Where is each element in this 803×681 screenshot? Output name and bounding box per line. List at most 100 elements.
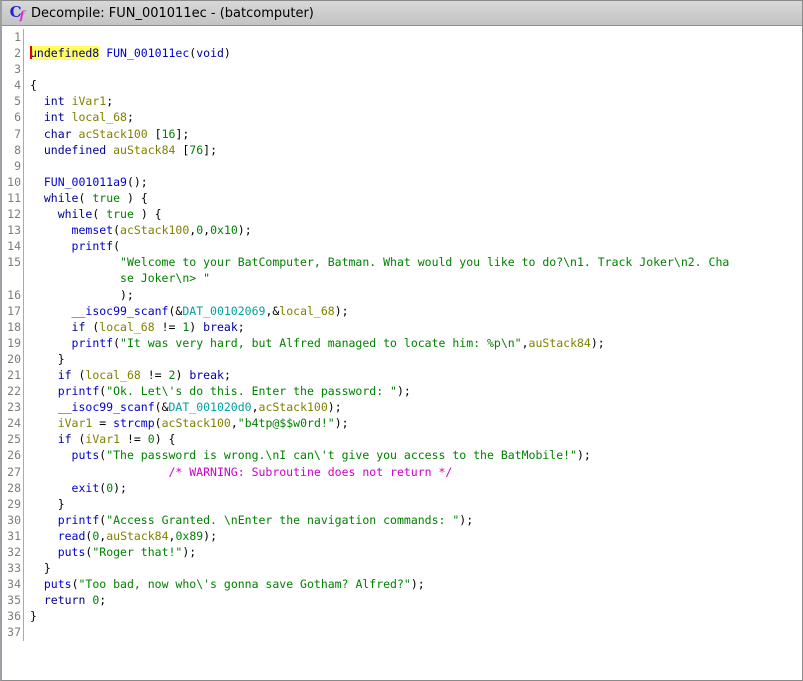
code-line[interactable]: 11 while( true ) { (2, 190, 802, 206)
code-token-plain[interactable] (30, 175, 44, 189)
code-token-function-name[interactable]: puts (72, 448, 100, 462)
code-token-keyword[interactable]: void (196, 46, 224, 60)
code-token-plain[interactable] (30, 239, 72, 253)
code-token-plain[interactable]: ( (72, 432, 86, 446)
code-token-plain[interactable] (65, 94, 72, 108)
code-token-string-literal[interactable]: se Joker\n> " (120, 271, 210, 285)
decompiler-code-panel[interactable]: 12undefined8 FUN_001011ec(void)34{5 int … (2, 26, 802, 641)
code-token-constant[interactable]: 0 (148, 432, 155, 446)
code-token-variable[interactable]: acStack100 (259, 400, 328, 414)
code-token-constant[interactable]: true (92, 191, 120, 205)
code-token-string-literal[interactable]: "Access Granted. \nEnter the navigation … (106, 513, 459, 527)
code-token-plain[interactable]: (& (155, 400, 169, 414)
code-token-string-literal[interactable]: "The password is wrong.\nI can\'t give y… (106, 448, 577, 462)
code-token-plain[interactable]: ); (203, 529, 217, 543)
code-line[interactable]: 18 if (local_68 != 1) break; (2, 319, 802, 335)
code-token-plain[interactable] (30, 271, 120, 285)
code-token-string-literal[interactable]: "Ok. Let\'s do this. Enter the password:… (106, 384, 397, 398)
code-token-plain[interactable] (30, 481, 72, 495)
code-token-function-name[interactable]: memset (72, 223, 114, 237)
code-token-plain[interactable]: ); (591, 336, 605, 350)
code-token-plain[interactable] (30, 545, 58, 559)
code-line[interactable]: 14 printf( (2, 238, 802, 254)
code-token-plain[interactable]: [ (175, 143, 189, 157)
code-token-function-name[interactable]: printf (72, 239, 114, 253)
code-token-constant[interactable]: 0x10 (210, 223, 238, 237)
code-token-plain[interactable]: != (120, 432, 148, 446)
code-token-function-name[interactable]: strcmp (113, 416, 155, 430)
code-token-variable[interactable]: local_68 (85, 368, 140, 382)
code-line[interactable]: 13 memset(acStack100,0,0x10); (2, 222, 802, 238)
code-line[interactable]: 29 } (2, 496, 802, 512)
code-token-plain[interactable] (30, 400, 58, 414)
code-token-plain[interactable]: ; (106, 94, 113, 108)
code-token-variable[interactable]: acStack100 (120, 223, 189, 237)
code-line[interactable]: 4{ (2, 77, 802, 93)
code-line[interactable]: 23 __isoc99_scanf(&DAT_001020d0,acStack1… (2, 399, 802, 415)
code-token-plain[interactable] (30, 384, 58, 398)
code-token-plain[interactable] (30, 465, 168, 479)
code-token-variable[interactable]: auStack84 (529, 336, 591, 350)
code-token-plain[interactable] (30, 223, 72, 237)
code-token-keyword[interactable]: int (44, 94, 65, 108)
code-token-plain[interactable]: != (155, 320, 183, 334)
code-token-string-literal[interactable]: "Too bad, now who\'s gonna save Gotham? … (79, 577, 411, 591)
code-line[interactable]: 12 while( true ) { (2, 206, 802, 222)
code-line[interactable]: 5 int iVar1; (2, 93, 802, 109)
code-token-plain[interactable]: ( (113, 239, 120, 253)
code-line[interactable]: 1 (2, 29, 802, 45)
code-token-plain[interactable] (30, 336, 72, 350)
code-line[interactable]: 7 char acStack100 [16]; (2, 126, 802, 142)
code-token-function-name[interactable]: puts (58, 545, 86, 559)
code-token-plain[interactable]: ) { (134, 207, 162, 221)
code-token-plain[interactable]: ; (127, 110, 134, 124)
code-token-plain[interactable]: ) { (120, 191, 148, 205)
code-token-plain[interactable]: ,& (265, 304, 279, 318)
code-token-plain[interactable] (30, 191, 44, 205)
code-token-plain[interactable]: ); (182, 545, 196, 559)
code-line[interactable]: 37 (2, 624, 802, 640)
code-token-plain[interactable] (72, 127, 79, 141)
code-token-plain[interactable]: ( (113, 336, 120, 350)
code-token-constant[interactable]: 0x89 (175, 529, 203, 543)
code-token-function-name[interactable]: printf (72, 336, 114, 350)
code-token-plain[interactable]: { (30, 78, 37, 92)
code-token-plain[interactable]: , (231, 416, 238, 430)
code-line[interactable]: 28 exit(0); (2, 480, 802, 496)
code-token-plain[interactable]: ) (224, 46, 231, 60)
code-line[interactable]: 20 } (2, 351, 802, 367)
code-token-highlighted-token[interactable]: undefined8 (30, 46, 99, 60)
code-token-keyword[interactable]: if (58, 432, 72, 446)
code-token-plain[interactable] (30, 320, 72, 334)
code-token-plain[interactable]: , (252, 400, 259, 414)
code-token-plain[interactable]: ); (459, 513, 473, 527)
code-line[interactable]: 2undefined8 FUN_001011ec(void) (2, 45, 802, 61)
code-line[interactable]: 34 puts("Too bad, now who\'s gonna save … (2, 576, 802, 592)
code-token-keyword[interactable]: break (189, 368, 224, 382)
code-token-keyword[interactable]: char (44, 127, 72, 141)
code-token-plain[interactable] (30, 127, 44, 141)
code-token-plain[interactable]: ); (335, 416, 349, 430)
code-token-plain[interactable]: ) { (155, 432, 176, 446)
code-token-constant[interactable]: 16 (162, 127, 176, 141)
code-token-plain[interactable]: ; (224, 368, 231, 382)
code-token-plain[interactable]: ( (72, 368, 86, 382)
code-token-string-literal[interactable]: "It was very hard, but Alfred managed to… (120, 336, 522, 350)
code-line[interactable]: 3 (2, 61, 802, 77)
code-token-plain[interactable]: = (92, 416, 113, 430)
code-token-plain[interactable]: ); (113, 481, 127, 495)
code-token-keyword[interactable]: if (72, 320, 86, 334)
code-line[interactable]: 8 undefined auStack84 [76]; (2, 142, 802, 158)
code-token-plain[interactable] (30, 577, 44, 591)
code-token-plain[interactable]: ); (397, 384, 411, 398)
code-token-plain[interactable]: ); (335, 304, 349, 318)
code-token-function-name[interactable]: printf (58, 513, 100, 527)
code-token-function-name[interactable]: read (58, 529, 86, 543)
code-token-plain[interactable] (30, 432, 58, 446)
code-token-keyword[interactable]: undefined (44, 143, 106, 157)
code-line[interactable]: 10 FUN_001011a9(); (2, 174, 802, 190)
code-token-function-name[interactable]: __isoc99_scanf (58, 400, 155, 414)
code-token-keyword[interactable]: while (58, 207, 93, 221)
code-token-plain[interactable]: ); (411, 577, 425, 591)
code-line[interactable]: 33 } (2, 560, 802, 576)
